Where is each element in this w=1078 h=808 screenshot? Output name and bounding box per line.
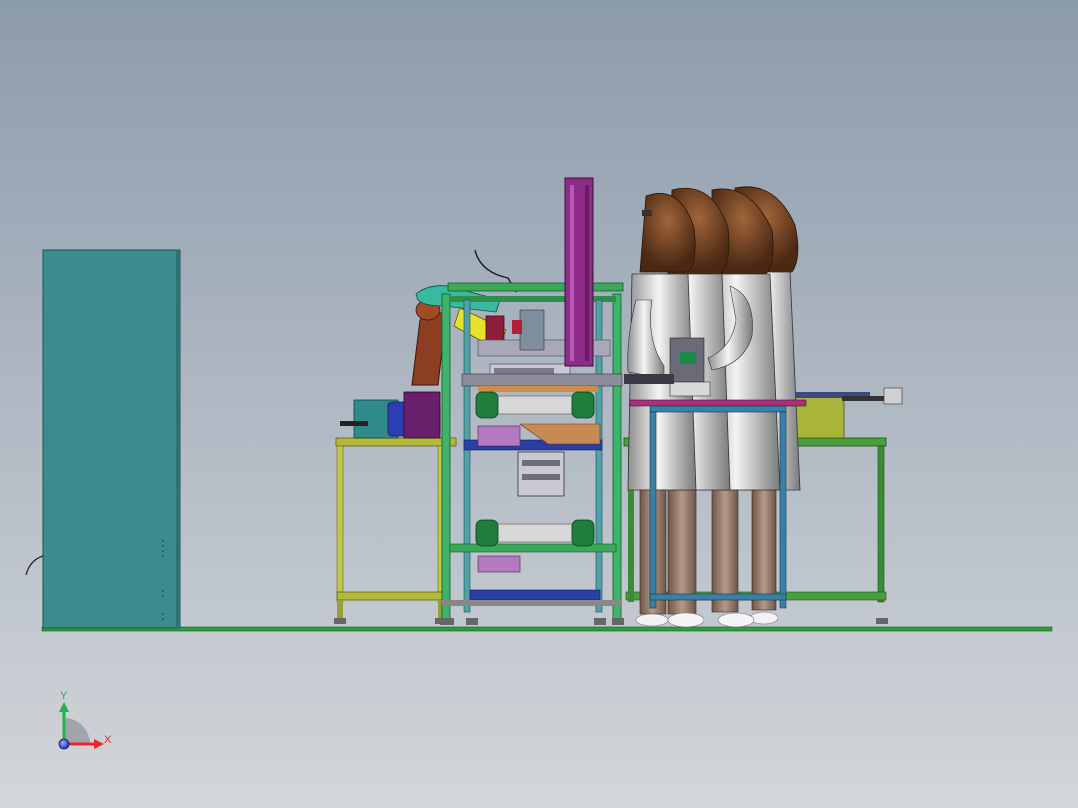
electrical-cabinet[interactable] <box>25 249 181 629</box>
triad-x-label: X <box>104 734 112 746</box>
model-view[interactable]: Y X <box>0 0 1078 808</box>
triad-y-label: Y <box>60 690 68 702</box>
vertical-column[interactable] <box>564 177 594 367</box>
roller-lower[interactable] <box>475 519 595 547</box>
floor-plane <box>41 626 1053 632</box>
cad-viewport[interactable]: Y X <box>0 0 1078 808</box>
roller-upper[interactable] <box>475 391 595 419</box>
triad-z-origin <box>58 738 70 750</box>
